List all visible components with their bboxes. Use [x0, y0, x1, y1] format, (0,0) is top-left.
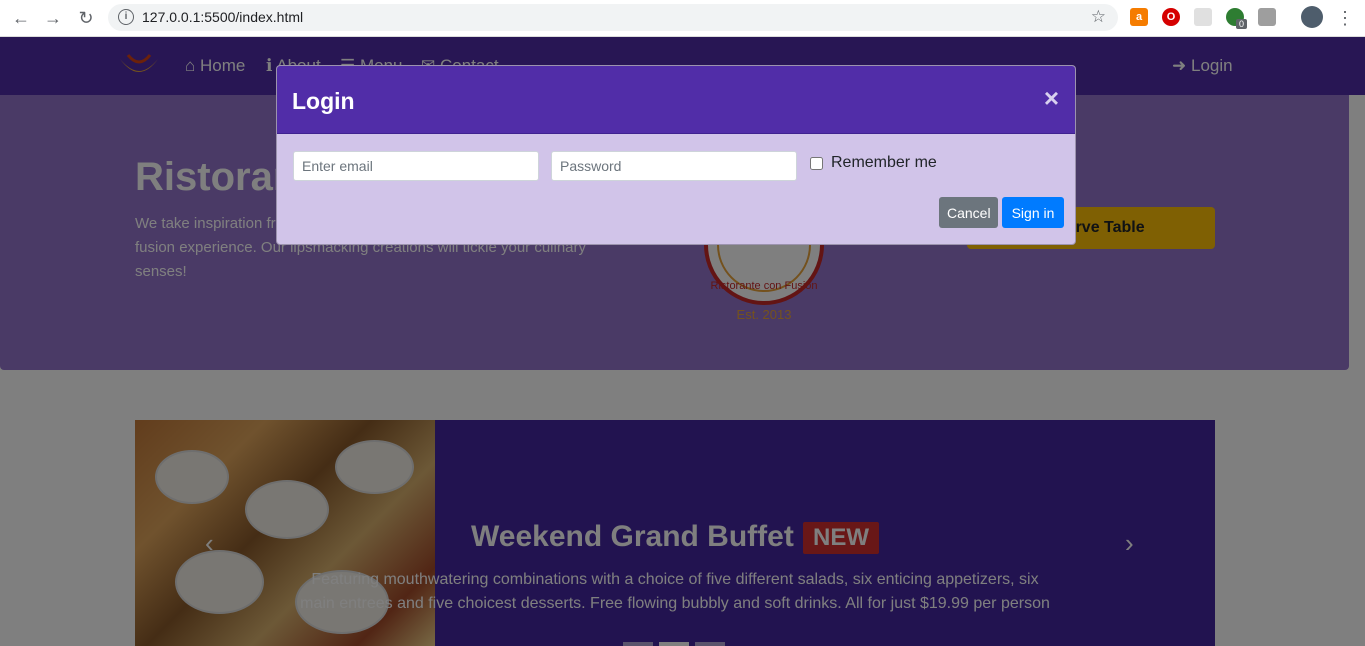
remember-me-checkbox[interactable]: [810, 156, 823, 170]
bookmark-star-icon[interactable]: ☆: [1091, 7, 1106, 27]
back-icon[interactable]: ←: [9, 6, 33, 30]
blank-extension-icon[interactable]: [1194, 8, 1212, 26]
email-input[interactable]: [293, 151, 539, 181]
opera-extension-icon[interactable]: O: [1162, 8, 1180, 26]
address-bar[interactable]: i 127.0.0.1:5500/index.html ☆: [108, 4, 1118, 31]
modal-header: Login ×: [277, 66, 1075, 134]
info-icon[interactable]: i: [118, 9, 134, 25]
remember-me-label: Remember me: [831, 154, 937, 171]
modal-title: Login: [292, 88, 355, 114]
forward-icon[interactable]: →: [41, 6, 65, 30]
menu-icon[interactable]: ⋮: [1333, 6, 1357, 30]
profile-avatar[interactable]: [1301, 6, 1323, 28]
extension-badge: 0: [1236, 19, 1248, 29]
address-url[interactable]: 127.0.0.1:5500/index.html: [142, 9, 303, 25]
close-icon[interactable]: ×: [1044, 83, 1059, 114]
sign-in-button[interactable]: Sign in: [1002, 197, 1064, 228]
browser-toolbar: ← → ↻ i 127.0.0.1:5500/index.html ☆ a O …: [0, 0, 1365, 37]
cancel-button[interactable]: Cancel: [939, 197, 998, 228]
remember-me[interactable]: Remember me: [810, 154, 937, 172]
reload-icon[interactable]: ↻: [74, 6, 98, 30]
shopping-extension-icon[interactable]: a: [1130, 8, 1148, 26]
login-modal: Login × Remember me Cancel Sign in: [276, 65, 1076, 245]
camera-extension-icon[interactable]: [1258, 8, 1276, 26]
password-input[interactable]: [551, 151, 797, 181]
